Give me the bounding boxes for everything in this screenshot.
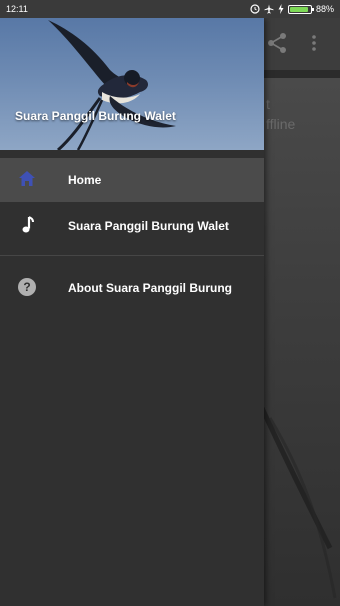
music-note-icon <box>22 216 34 233</box>
swallow-bird-image <box>48 20 176 150</box>
drawer-header: Suara Panggil Burung Walet <box>0 18 264 150</box>
drawer-header-title: Suara Panggil Burung Walet <box>15 109 176 123</box>
menu-item-about[interactable]: ? About Suara Panggil Burung <box>0 266 264 310</box>
svg-text:?: ? <box>23 280 30 294</box>
menu-item-home[interactable]: Home <box>0 158 264 202</box>
battery-percent: 88% <box>315 4 334 14</box>
background-text-2: ffline <box>266 116 296 132</box>
alarm-icon <box>250 4 260 14</box>
more-vert-icon[interactable] <box>311 34 317 52</box>
status-bar: 12:11 88% <box>0 0 340 18</box>
navigation-drawer: Suara Panggil Burung Walet Home Suara Pa… <box>0 18 264 606</box>
menu-item-about-label: About Suara Panggil Burung <box>68 281 232 295</box>
menu-divider <box>0 255 264 256</box>
menu-item-suara-panggil[interactable]: Suara Panggil Burung Walet <box>0 204 264 248</box>
menu-item-home-label: Home <box>68 173 102 187</box>
airplane-icon <box>264 4 274 14</box>
status-icons: 88% <box>250 4 334 14</box>
battery-icon <box>287 4 314 14</box>
home-icon <box>19 171 35 186</box>
background-text-1: t <box>266 96 270 112</box>
menu-item-suara-panggil-label: Suara Panggil Burung Walet <box>68 219 229 233</box>
share-icon[interactable] <box>266 32 288 54</box>
help-icon: ? <box>18 278 36 296</box>
status-time: 12:11 <box>6 4 28 14</box>
charging-icon <box>278 4 284 14</box>
